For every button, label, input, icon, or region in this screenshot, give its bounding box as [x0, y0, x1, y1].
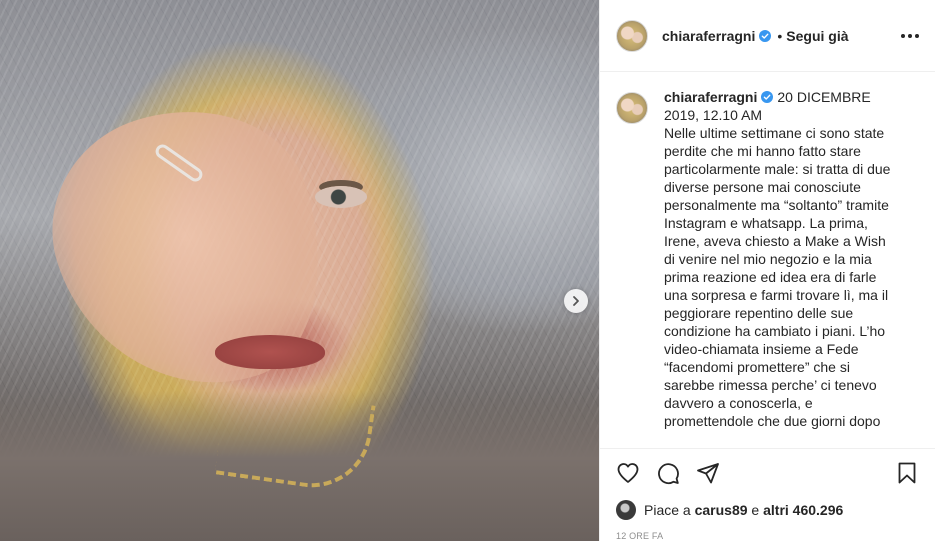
verified-badge-icon [759, 29, 772, 42]
header-username[interactable]: chiaraferragni [662, 28, 755, 44]
action-bar [600, 449, 935, 497]
post-photo[interactable] [0, 0, 599, 541]
instagram-post: chiaraferragni • Segui già chiaraferragn… [0, 0, 935, 541]
likes-count-link[interactable]: altri 460.296 [763, 502, 843, 518]
post-timestamp[interactable]: 12 ORE FA [600, 523, 935, 541]
header-separator: • [777, 27, 783, 44]
caption-comment: chiaraferragni 20 DICEMBRE 2019, 12.10 A… [616, 88, 919, 430]
next-photo-button[interactable] [564, 289, 588, 313]
chevron-right-icon [573, 296, 579, 306]
photo-lips [215, 335, 325, 369]
likes-summary: Piace a carus89 e altri 460.296 [600, 497, 935, 523]
likes-middle: e [747, 502, 764, 518]
verified-badge-icon [761, 91, 774, 103]
liker-username[interactable]: carus89 [695, 502, 748, 518]
caption-body: Nelle ultime settimane ci sono state per… [664, 125, 891, 429]
caption-avatar[interactable] [616, 92, 648, 124]
caption-text-block: chiaraferragni 20 DICEMBRE 2019, 12.10 A… [664, 88, 896, 430]
heart-icon[interactable] [616, 461, 640, 485]
more-options-icon[interactable] [901, 28, 919, 44]
caption-username[interactable]: chiaraferragni [664, 89, 757, 105]
bookmark-icon[interactable] [895, 461, 919, 485]
post-side-panel: chiaraferragni • Segui già chiaraferragn… [599, 0, 935, 541]
avatar[interactable] [616, 19, 648, 52]
comment-icon[interactable] [656, 461, 680, 485]
post-header: chiaraferragni • Segui già [600, 0, 935, 72]
photo-hand [23, 76, 357, 424]
comments-section: chiaraferragni 20 DICEMBRE 2019, 12.10 A… [600, 72, 935, 449]
following-button[interactable]: Segui già [786, 28, 848, 44]
liker-avatar[interactable] [616, 500, 636, 520]
photo-eye [315, 186, 367, 208]
share-icon[interactable] [696, 461, 720, 485]
likes-prefix: Piace a [644, 502, 695, 518]
